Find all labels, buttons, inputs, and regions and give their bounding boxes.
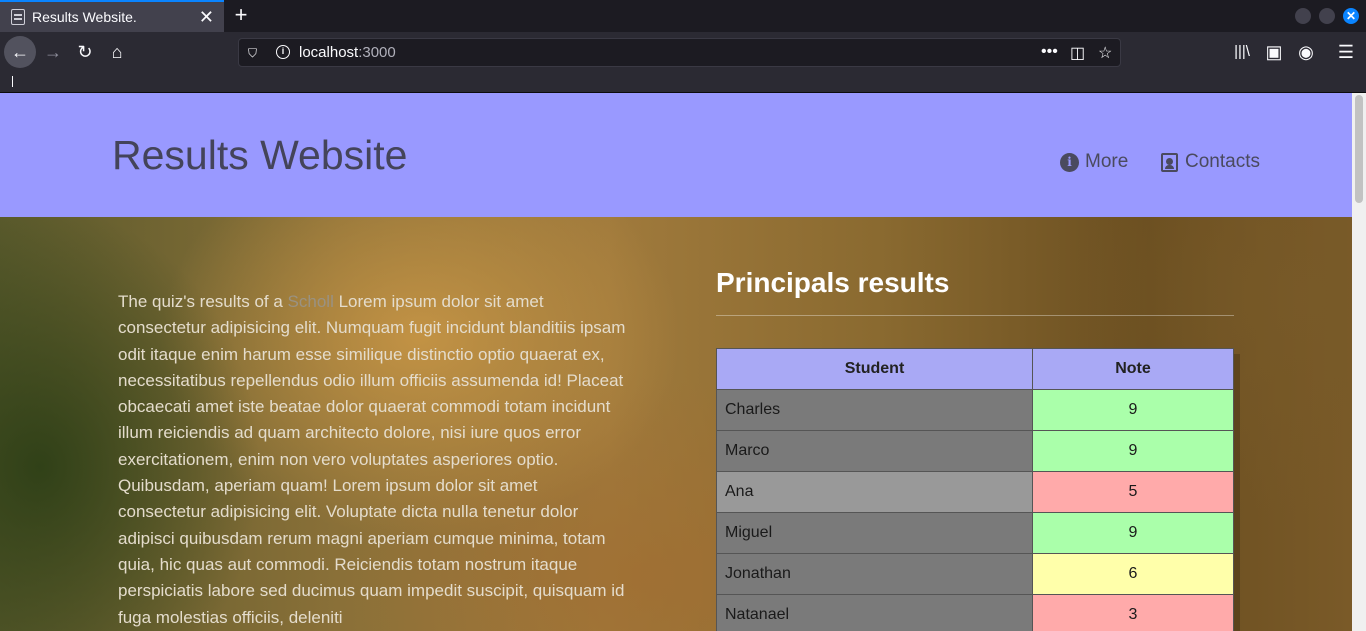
home-icon[interactable]: ⌂ — [101, 36, 133, 68]
more-actions-icon[interactable]: ••• — [1041, 43, 1058, 61]
table-row: Natanael 3 — [716, 594, 1234, 631]
table-row: Charles 9 — [716, 389, 1234, 431]
table-header-row: Student Note — [716, 348, 1234, 390]
bookmarks-bar — [0, 72, 1366, 93]
shield-icon[interactable]: ⛉ — [248, 46, 257, 61]
url-port: :3000 — [358, 44, 396, 61]
intro-highlight: Scholl — [287, 292, 334, 311]
note-cell: 5 — [1032, 471, 1234, 513]
site-header: Results Website i More Contacts — [0, 93, 1352, 217]
nav-link-more[interactable]: i More — [1060, 151, 1128, 173]
tab-strip: Results Website. ✕ + ✕ — [0, 0, 1366, 32]
new-tab-button[interactable]: + — [230, 3, 252, 27]
table-row: Jonathan 6 — [716, 553, 1234, 595]
text-cursor — [12, 76, 13, 87]
note-cell: 9 — [1032, 389, 1234, 431]
account-icon[interactable]: ◉ — [1290, 36, 1322, 68]
note-cell: 9 — [1032, 430, 1234, 472]
tab-active[interactable]: Results Website. ✕ — [0, 0, 224, 32]
note-cell: 3 — [1032, 594, 1234, 631]
library-icon[interactable]: |||\ — [1226, 36, 1258, 68]
forward-arrow-icon[interactable]: → — [37, 36, 69, 68]
intro-prefix: The quiz's results of a — [118, 292, 288, 311]
url-host: localhost — [299, 44, 359, 61]
note-cell: 6 — [1032, 553, 1234, 595]
minimize-button[interactable] — [1295, 8, 1311, 24]
student-name-cell: Jonathan — [716, 553, 1033, 595]
nav-link-contacts[interactable]: Contacts — [1161, 151, 1260, 173]
close-tab-icon[interactable]: ✕ — [199, 8, 214, 26]
intro-paragraph: The quiz's results of a Scholl Lorem ips… — [118, 289, 628, 631]
table-row: Miguel 9 — [716, 512, 1234, 554]
back-arrow-icon[interactable]: ← — [4, 36, 36, 68]
intro-body: Lorem ipsum dolor sit amet consectetur a… — [118, 292, 626, 627]
results-table-body: Charles 9 Marco 9 Ana 5 Miguel 9 Jonathan 6 Natana… — [716, 389, 1234, 631]
sidebar-icon[interactable]: ▣ — [1258, 36, 1290, 68]
column-header-note: Note — [1032, 348, 1234, 390]
nav-link-more-label: More — [1085, 151, 1129, 172]
scrollbar-thumb[interactable] — [1355, 95, 1363, 203]
menu-icon[interactable]: ☰ — [1330, 36, 1362, 68]
tab-title: Results Website. — [32, 9, 137, 25]
student-name-cell: Miguel — [716, 512, 1033, 554]
info-icon[interactable]: i — [276, 45, 290, 59]
url-bar[interactable]: ⛉ i localhost:3000 ••• ◫ ☆ — [238, 38, 1121, 67]
student-name-cell: Natanael — [716, 594, 1033, 631]
table-row: Ana 5 — [716, 471, 1234, 513]
address-card-icon — [1161, 152, 1178, 172]
hero-section: The quiz's results of a Scholl Lorem ips… — [0, 217, 1352, 631]
info-circle-icon: i — [1060, 152, 1079, 172]
nav-link-contacts-label: Contacts — [1185, 151, 1260, 172]
table-row: Marco 9 — [716, 430, 1234, 472]
student-name-cell: Ana — [716, 471, 1033, 513]
close-window-button[interactable]: ✕ — [1343, 8, 1359, 24]
pocket-icon[interactable]: ◫ — [1070, 43, 1085, 63]
results-table: Student Note Charles 9 Marco 9 Ana 5 Miguel 9 Jo… — [716, 348, 1234, 631]
page-favicon-icon — [11, 9, 25, 25]
page-viewport[interactable]: Results Website i More Contacts The quiz… — [0, 93, 1366, 631]
url-text[interactable]: localhost:3000 — [299, 44, 396, 61]
student-name-cell: Marco — [716, 430, 1033, 472]
scrollbar[interactable] — [1352, 93, 1366, 631]
maximize-button[interactable] — [1319, 8, 1335, 24]
note-cell: 9 — [1032, 512, 1234, 554]
student-name-cell: Charles — [716, 389, 1033, 431]
site-title[interactable]: Results Website — [112, 132, 407, 179]
star-bookmark-icon[interactable]: ☆ — [1098, 43, 1112, 63]
reload-icon[interactable]: ↻ — [69, 36, 101, 68]
divider — [716, 315, 1234, 316]
results-title: Principals results — [716, 267, 950, 298]
column-header-student: Student — [716, 348, 1033, 390]
